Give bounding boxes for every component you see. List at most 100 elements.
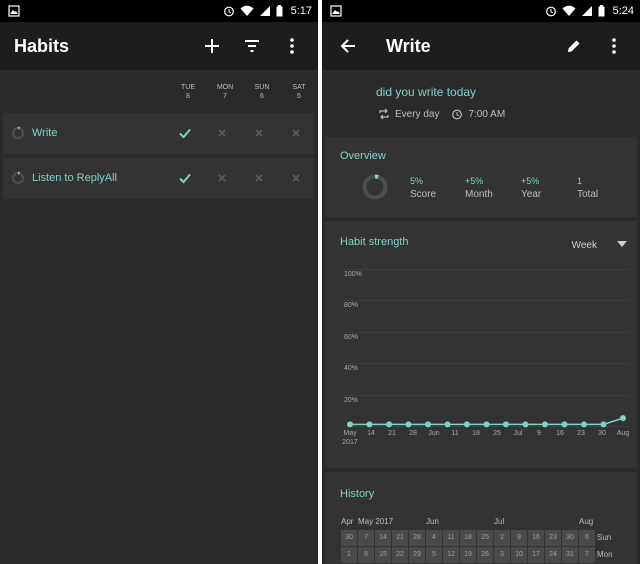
data-point bbox=[405, 421, 412, 428]
day-column-header: SAT 5 bbox=[292, 84, 306, 100]
history-day-cell: 11 bbox=[443, 530, 459, 546]
history-day-cell: 30 bbox=[341, 530, 357, 546]
check-icon[interactable] bbox=[178, 126, 192, 140]
image-notification-icon bbox=[8, 5, 20, 17]
cross-icon[interactable] bbox=[215, 171, 229, 185]
filter-button[interactable] bbox=[232, 26, 272, 66]
overflow-menu-button[interactable] bbox=[272, 26, 312, 66]
filter-icon bbox=[245, 40, 259, 52]
x-axis-label: 11 bbox=[451, 430, 459, 437]
history-day-cell: 8 bbox=[358, 547, 374, 563]
history-day-cell: 17 bbox=[528, 547, 544, 563]
year-stat: +5% Year bbox=[521, 176, 542, 200]
pencil-icon bbox=[568, 40, 580, 52]
history-day-cell: 22 bbox=[392, 547, 408, 563]
status-time: 5:17 bbox=[290, 5, 312, 17]
x-axis-label: 23 bbox=[577, 430, 585, 437]
day-column-header: SUN 6 bbox=[254, 84, 270, 100]
overflow-menu-button[interactable] bbox=[594, 26, 634, 66]
history-day-cell: 29 bbox=[409, 547, 425, 563]
habit-row-listen-to-replyall[interactable]: Listen to ReplyAll bbox=[3, 158, 314, 199]
cross-icon[interactable] bbox=[289, 171, 303, 185]
repeat-icon bbox=[379, 108, 389, 120]
history-day-cell: 16 bbox=[528, 530, 544, 546]
data-point bbox=[620, 415, 626, 422]
battery-icon bbox=[276, 5, 283, 17]
history-day-cell: 2 bbox=[494, 530, 510, 546]
edit-button[interactable] bbox=[554, 26, 594, 66]
back-button[interactable] bbox=[328, 26, 368, 66]
year-label: 2017 bbox=[342, 439, 358, 446]
card-title: History bbox=[340, 488, 375, 500]
history-day-cell: 25 bbox=[477, 530, 493, 546]
cross-icon[interactable] bbox=[252, 126, 266, 140]
data-point bbox=[561, 421, 568, 428]
history-day-cell: 31 bbox=[562, 547, 578, 563]
data-point bbox=[522, 421, 529, 428]
page-title: Write bbox=[386, 35, 431, 56]
habit-strength-card: Habit strength Week 100% 80% 60% 40% 20%… bbox=[325, 221, 637, 468]
wifi-icon bbox=[240, 5, 254, 17]
history-day-cell: 3 bbox=[494, 547, 510, 563]
alarm-icon bbox=[223, 5, 235, 17]
history-month-label: Jul bbox=[494, 517, 505, 526]
alarm-icon bbox=[545, 5, 557, 17]
history-month-label: Apr bbox=[341, 517, 354, 526]
history-day-cell: 5 bbox=[426, 547, 442, 563]
add-habit-button[interactable] bbox=[192, 26, 232, 66]
history-day-cell: 21 bbox=[392, 530, 408, 546]
data-point bbox=[483, 421, 490, 428]
data-point bbox=[347, 421, 353, 428]
app-bar: Habits bbox=[0, 22, 318, 70]
page-title: Habits bbox=[14, 35, 70, 56]
score-stat: 5% Score bbox=[410, 176, 437, 200]
history-day-cell: 10 bbox=[511, 547, 527, 563]
history-day-cell: 6 bbox=[579, 530, 595, 546]
history-day-cell: 12 bbox=[443, 547, 459, 563]
history-month-label: Aug bbox=[579, 517, 594, 526]
history-month-label: Jun bbox=[426, 517, 439, 526]
history-day-cell: 28 bbox=[409, 530, 425, 546]
habit-row-write[interactable]: Write bbox=[3, 113, 314, 154]
x-axis-label: Jul bbox=[513, 430, 523, 437]
month-stat: +5% Month bbox=[465, 176, 493, 200]
day-column-header: MON 7 bbox=[216, 84, 234, 100]
habit-header: did you write today Every day 7:00 AM bbox=[322, 70, 640, 132]
history-card: History Apr May 2017 Jun Jul Aug 30 7 14 21 28 4 11… bbox=[325, 472, 637, 564]
series-line-segment bbox=[603, 417, 624, 426]
x-axis-label: May bbox=[343, 430, 357, 437]
score-ring-icon bbox=[11, 171, 25, 185]
history-day-cell: 24 bbox=[545, 547, 561, 563]
cross-icon[interactable] bbox=[215, 126, 229, 140]
history-day-cell: 18 bbox=[460, 530, 476, 546]
more-vert-icon bbox=[612, 38, 616, 54]
score-ring-icon bbox=[362, 174, 388, 200]
history-day-cell: 14 bbox=[375, 530, 391, 546]
data-point bbox=[425, 421, 431, 428]
data-point bbox=[444, 421, 451, 428]
wifi-icon bbox=[562, 5, 576, 17]
battery-icon bbox=[598, 5, 605, 17]
data-point bbox=[600, 421, 607, 428]
history-day-cell: 30 bbox=[562, 530, 578, 546]
history-day-cell: 26 bbox=[477, 547, 493, 563]
x-axis-label: 30 bbox=[598, 430, 606, 437]
data-point bbox=[366, 421, 373, 428]
cross-icon[interactable] bbox=[289, 126, 303, 140]
arrow-back-icon bbox=[340, 39, 355, 53]
data-point bbox=[464, 421, 470, 428]
x-axis-label: Aug bbox=[616, 430, 630, 437]
signal-icon bbox=[259, 5, 271, 17]
alarm-icon bbox=[452, 109, 463, 120]
habit-detail-screen: 5:24 Write did you write today Every day… bbox=[322, 0, 640, 564]
x-axis-label: 25 bbox=[493, 430, 501, 437]
cross-icon[interactable] bbox=[252, 171, 266, 185]
data-point bbox=[503, 421, 509, 428]
history-day-cell: 7 bbox=[358, 530, 374, 546]
history-day-cell: 19 bbox=[460, 547, 476, 563]
check-icon[interactable] bbox=[178, 171, 192, 185]
status-bar: 5:17 bbox=[0, 0, 318, 22]
data-point bbox=[542, 421, 548, 428]
day-header: TUE 8 MON 7 SUN 6 SAT 5 bbox=[0, 70, 318, 112]
history-day-cell: 15 bbox=[375, 547, 391, 563]
